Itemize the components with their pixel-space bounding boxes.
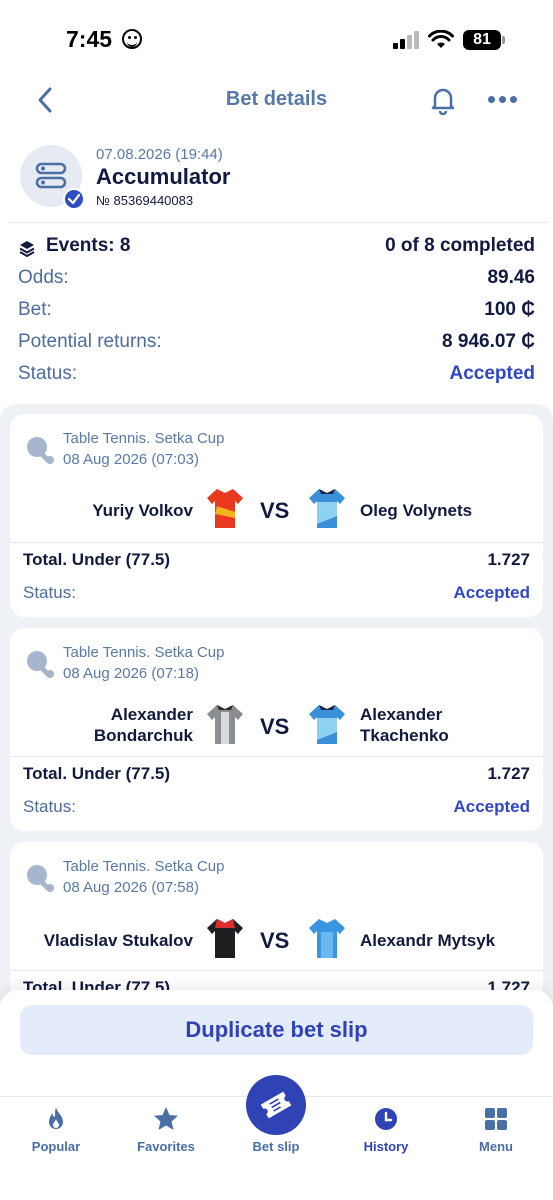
team1-name-line2: Bondarchuk [93,726,193,745]
returns-value: 8 946.07 ₵ [442,331,535,352]
tab-bet-slip-label: Bet slip [252,1139,300,1154]
team2-name: Alexandr Mytsyk [360,931,496,950]
bet-value: 100 ₵ [484,299,535,320]
status-row: Status: Accepted [18,363,535,391]
tab-bet-slip[interactable]: Bet slip [221,1075,331,1167]
check-badge-icon [63,188,85,210]
vs-label: VS [260,928,290,953]
odds-row: Odds: 89.46 [18,267,535,295]
tab-history[interactable]: History [331,1097,441,1167]
bet-slip-fab[interactable] [246,1075,306,1135]
tab-bar: Popular Favorites Bet slip History Menu [0,1075,553,1200]
odds-label: Odds: [18,267,69,288]
event-status-value: Accepted [453,583,530,602]
divider [10,542,543,543]
table-tennis-icon [27,437,54,464]
tab-menu[interactable]: Menu [441,1097,551,1167]
bottom-sheet: Duplicate bet slip Popular Favorites Bet… [0,990,553,1200]
status-label: Status: [18,363,78,384]
bet-number: № 85369440083 [96,193,194,208]
league-name: Table Tennis. Setka Cup [63,430,225,447]
bet-row: Bet: 100 ₵ [18,299,535,327]
tab-popular[interactable]: Popular [1,1097,111,1167]
divider [10,756,543,757]
team1-name-line1: Alexander [110,705,193,724]
layers-icon [19,241,35,257]
returns-row: Potential returns: 8 946.07 ₵ [18,331,535,359]
team1-jersey-icon [207,919,243,958]
status-time: 7:45 [66,26,113,52]
fire-icon [49,1107,63,1129]
returns-label: Potential returns: [18,331,162,352]
market-odd: 1.727 [487,550,530,569]
team2-jersey-icon [309,705,345,744]
grid-menu-icon [485,1108,507,1130]
tab-history-label: History [363,1139,409,1154]
bet-date: 07.08.2026 (19:44) [96,146,223,163]
events-row: Events: 8 0 of 8 completed [18,235,535,263]
league-name: Table Tennis. Setka Cup [63,644,225,661]
tab-popular-label: Popular [31,1139,81,1154]
team2-name: Oleg Volynets [360,501,473,520]
team1-name: Yuriy Volkov [92,501,193,520]
team2-name-line2: Tkachenko [360,726,449,745]
star-icon [154,1107,178,1130]
vs-label: VS [260,714,290,739]
events-count: Events: 8 [46,235,131,256]
team2-jersey-icon [309,919,345,958]
tab-favorites[interactable]: Favorites [111,1097,221,1167]
event-datetime: 08 Aug 2026 (07:58) [63,879,199,896]
team1-jersey-icon [207,705,243,744]
wifi-icon [428,30,454,48]
team2-jersey-icon [309,489,345,528]
odds-value: 89.46 [487,267,535,288]
vs-label: VS [260,498,290,523]
status-value: Accepted [449,363,535,384]
bet-type: Accumulator [96,164,231,189]
cellular-signal-icon [393,31,419,49]
event-datetime: 08 Aug 2026 (07:03) [63,451,199,468]
event-status-label: Status: [23,583,76,602]
events-panel[interactable]: Table Tennis. Setka Cup 08 Aug 2026 (07:… [0,404,553,1004]
market-name: Total. Under (77.5) [23,550,171,569]
clock-icon [375,1108,397,1130]
team1-name: Vladislav Stukalov [43,931,193,950]
divider [8,222,548,223]
team1-name: Alexander Bondarchuk [94,704,193,746]
market-name: Total. Under (77.5) [23,764,171,783]
tab-menu-label: Menu [479,1139,513,1154]
divider [10,970,543,971]
ticket-icon [260,1091,292,1119]
status-bar: 7:45 81 [0,0,553,80]
nav-bar: Bet details [0,80,553,120]
battery-indicator: 81 [463,30,505,50]
event-card[interactable]: Table Tennis. Setka Cup 08 Aug 2026 (07:… [10,628,543,831]
team2-name: Alexander Tkachenko [360,704,449,746]
table-tennis-icon [27,865,54,892]
bet-label: Bet: [18,299,52,320]
event-card[interactable]: Table Tennis. Setka Cup 08 Aug 2026 (07:… [10,414,543,617]
bell-icon[interactable] [430,85,456,115]
smiley-icon [122,29,142,49]
page-title: Bet details [225,88,328,110]
events-completed: 0 of 8 completed [385,235,535,256]
more-options-icon[interactable] [488,96,518,104]
tab-favorites-label: Favorites [137,1139,195,1154]
event-status-value: Accepted [453,797,530,816]
duplicate-bet-slip-button[interactable]: Duplicate bet slip [20,1005,533,1055]
table-tennis-icon [27,651,54,678]
team2-name-line1: Alexander [360,705,443,724]
event-datetime: 08 Aug 2026 (07:18) [63,665,199,682]
league-name: Table Tennis. Setka Cup [63,858,225,875]
event-card[interactable]: Table Tennis. Setka Cup 08 Aug 2026 (07:… [10,842,543,1004]
team1-jersey-icon [207,489,243,528]
event-status-label: Status: [23,797,76,816]
market-odd: 1.727 [487,764,530,783]
